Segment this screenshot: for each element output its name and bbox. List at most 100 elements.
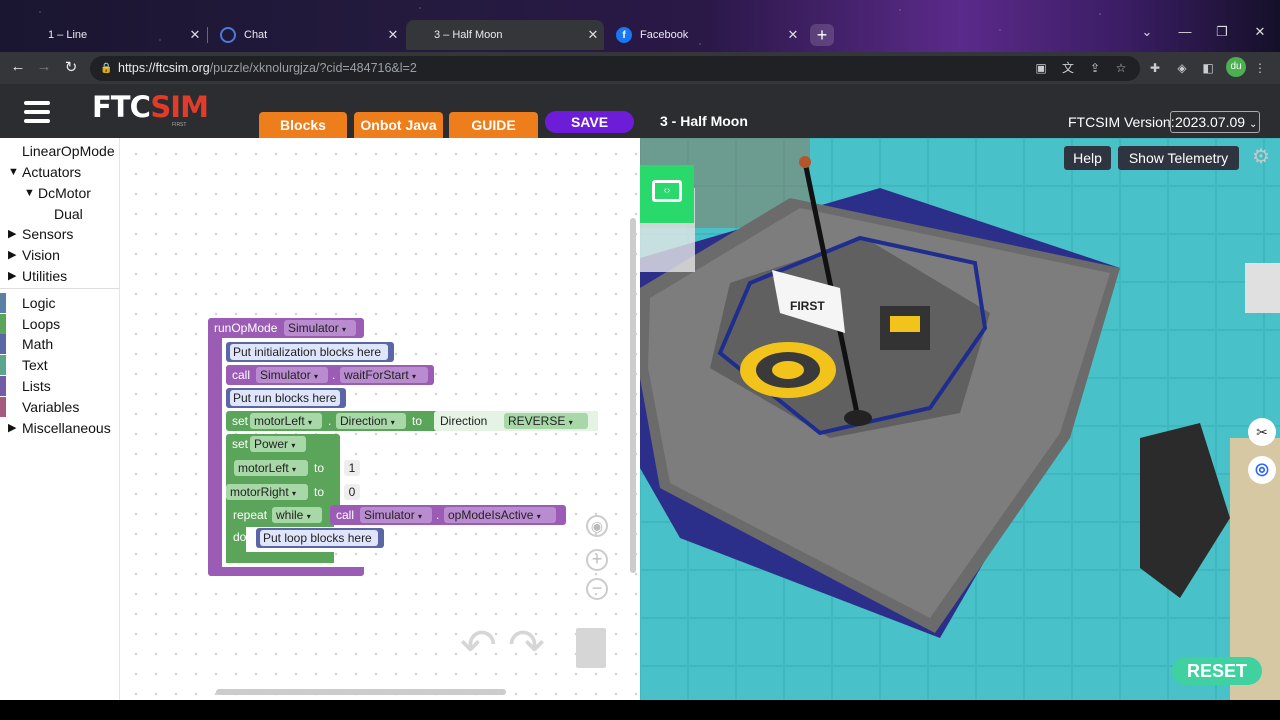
scissors-icon[interactable]: ✂: [1248, 418, 1276, 446]
reload-icon[interactable]: ↻: [60, 58, 82, 76]
window-close-button[interactable]: ✕: [1245, 24, 1275, 40]
power-row-left: motorLeft ▾ to 1: [226, 457, 362, 479]
reset-button[interactable]: RESET: [1172, 657, 1262, 685]
browser-tab-strip: 1 – Line ✕ Chat ✕ 3 – Half Moon ✕ f Face…: [0, 0, 1280, 52]
tab-facebook[interactable]: f Facebook ✕: [604, 20, 804, 50]
tab-blocks[interactable]: Blocks: [259, 112, 347, 138]
chat-favicon-icon: [220, 27, 236, 43]
version-select[interactable]: 2023.07.09 ⌄: [1170, 111, 1260, 133]
runopmode-dropdown[interactable]: Simulator ▾: [284, 320, 356, 336]
tab-onbot-java[interactable]: Onbot Java: [354, 112, 443, 138]
minimize-button[interactable]: —: [1170, 24, 1200, 39]
menu-dots-icon[interactable]: ⋮: [1252, 60, 1268, 76]
horizontal-scrollbar[interactable]: [216, 689, 506, 695]
toolbox-lists[interactable]: Lists: [0, 376, 120, 396]
toolbox-logic[interactable]: Logic: [0, 293, 120, 313]
zoom-in-icon[interactable]: +: [586, 549, 608, 571]
tab-title: Chat: [244, 29, 268, 41]
power-dropdown[interactable]: Power ▾: [250, 436, 306, 452]
motorright-power-dropdown[interactable]: motorRight ▾: [226, 484, 308, 500]
toolbox-variables[interactable]: Variables: [0, 397, 120, 417]
simulator-view[interactable]: FIRST ‹› ✂ ◎: [640, 138, 1280, 700]
set-direction-block[interactable]: set motorLeft ▾ . Direction ▾ to Directi…: [226, 411, 598, 431]
url-field[interactable]: 🔒 https://ftcsim.org/puzzle/xknolurgjza/…: [90, 56, 1140, 81]
lock-icon: 🔒: [100, 63, 113, 74]
show-telemetry-button[interactable]: Show Telemetry: [1118, 146, 1239, 170]
toolbox-dcmotor[interactable]: ▼ DcMotor: [0, 183, 120, 203]
help-button[interactable]: Help: [1064, 146, 1111, 170]
toolbox-loops[interactable]: Loops: [0, 314, 120, 334]
back-icon[interactable]: ←: [7, 58, 29, 75]
toolbox-text[interactable]: Text: [0, 355, 120, 375]
recenter-icon[interactable]: ◉: [586, 515, 608, 537]
trash-icon[interactable]: [576, 628, 606, 668]
zoom-out-icon[interactable]: −: [586, 578, 608, 600]
restore-button[interactable]: ❐: [1207, 24, 1237, 40]
logo-sub: FIRST: [172, 122, 187, 128]
save-button[interactable]: SAVE: [545, 111, 634, 133]
waitforstart-dropdown[interactable]: waitForStart ▾: [340, 367, 428, 383]
toolbox-actuators[interactable]: ▼ Actuators: [0, 162, 120, 182]
runopmode-block[interactable]: runOpMode Simulator ▾: [208, 318, 364, 338]
install-app-icon[interactable]: ▣: [1033, 60, 1049, 76]
while-dropdown[interactable]: while ▾: [272, 507, 322, 523]
simulator-dropdown[interactable]: Simulator ▾: [256, 367, 328, 383]
direction-dropdown[interactable]: Direction ▾: [336, 413, 406, 429]
comment-loop-block[interactable]: Put loop blocks here: [256, 528, 384, 548]
bookmark-star-icon[interactable]: ☆: [1113, 60, 1129, 76]
close-icon[interactable]: ✕: [382, 27, 404, 43]
simulator-dropdown[interactable]: Simulator ▾: [360, 507, 432, 523]
toolbox-sensors[interactable]: ▶ Sensors: [0, 224, 120, 244]
chat-bubble-icon[interactable]: ◎: [1248, 456, 1276, 484]
share-icon[interactable]: ⇪: [1087, 60, 1103, 76]
blocks-workspace[interactable]: runOpMode Simulator ▾ Put initialization…: [120, 138, 640, 700]
toolbox-utilities[interactable]: ▶ Utilities: [0, 266, 120, 286]
do-label: do: [233, 530, 247, 544]
tab-chat[interactable]: Chat ✕: [208, 20, 404, 50]
screen-bottom-bar: [0, 700, 1280, 720]
extensions-icon[interactable]: ✚: [1147, 60, 1163, 76]
version-label: FTCSIM Version:: [1068, 114, 1175, 130]
ftcsim-logo: FTCSIM: [92, 90, 209, 124]
code-panel-toggle[interactable]: ‹›: [640, 165, 694, 223]
undo-icon[interactable]: ↶: [460, 620, 497, 671]
call-opmodeisactive-block[interactable]: call Simulator ▾ . opModeIsActive ▾: [330, 505, 566, 525]
extension-app-icon[interactable]: ◈: [1174, 60, 1190, 76]
translate-icon[interactable]: 文: [1060, 60, 1076, 76]
forward-icon[interactable]: →: [33, 58, 55, 75]
call-waitforstart-block[interactable]: call Simulator ▾ . waitForStart ▾: [226, 365, 434, 385]
tab-title: 3 – Half Moon: [434, 29, 503, 41]
settings-gear-icon[interactable]: ⚙: [1250, 146, 1272, 168]
side-panel-icon[interactable]: ◧: [1200, 60, 1216, 76]
close-icon[interactable]: ✕: [782, 27, 804, 43]
profile-avatar[interactable]: du: [1226, 57, 1246, 77]
motorleft-dropdown[interactable]: motorLeft ▾: [250, 413, 322, 429]
page-title: 3 - Half Moon: [660, 113, 748, 129]
vertical-scrollbar[interactable]: [630, 218, 636, 573]
comment-run-block[interactable]: Put run blocks here: [226, 388, 346, 408]
tab-guide[interactable]: GUIDE: [449, 112, 538, 138]
value-0[interactable]: 0: [344, 484, 360, 500]
toolbox-dual[interactable]: Dual: [0, 204, 120, 224]
toolbox-vision[interactable]: ▶ Vision: [0, 245, 120, 265]
toolbox-linearopmode[interactable]: LinearOpMode: [0, 141, 120, 161]
tab-half-moon[interactable]: 3 – Half Moon ✕: [406, 20, 604, 50]
close-icon[interactable]: ✕: [184, 27, 206, 43]
tab-line[interactable]: 1 – Line ✕: [14, 20, 206, 50]
triangle-right-icon: ▶: [8, 270, 17, 282]
reverse-dropdown[interactable]: REVERSE ▾: [504, 413, 588, 429]
hamburger-menu-icon[interactable]: [24, 101, 50, 128]
value-1[interactable]: 1: [344, 460, 360, 476]
tab-title: Facebook: [640, 29, 689, 41]
comment-init-block[interactable]: Put initialization blocks here: [226, 342, 394, 362]
toolbox-miscellaneous[interactable]: ▶ Miscellaneous: [0, 418, 120, 438]
redo-icon[interactable]: ↷: [508, 620, 545, 671]
tab-search-icon[interactable]: ⌄: [1132, 24, 1162, 40]
motorleft-power-dropdown[interactable]: motorLeft ▾: [234, 460, 308, 476]
new-tab-button[interactable]: +: [810, 24, 834, 46]
opmodeisactive-dropdown[interactable]: opModeIsActive ▾: [444, 507, 556, 523]
power-row-right: motorRight ▾ to 0: [226, 481, 362, 503]
toolbox-math[interactable]: Math: [0, 334, 120, 354]
close-icon[interactable]: ✕: [582, 27, 604, 43]
repeat-foot: [226, 552, 334, 563]
